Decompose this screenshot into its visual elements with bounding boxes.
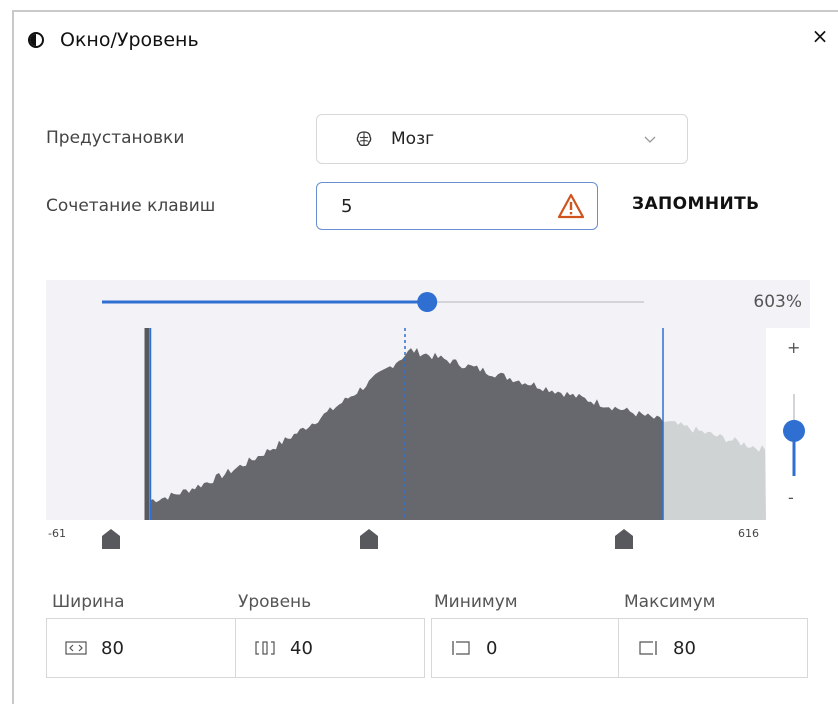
minimum-marker-handle[interactable]	[101, 528, 121, 550]
vertical-zoom-plus[interactable]: +	[787, 338, 800, 357]
zoom-percent: 603%	[753, 292, 802, 312]
range-min-label: -61	[48, 527, 66, 540]
level-icon	[255, 641, 275, 655]
maximum-label: Максимум	[624, 592, 716, 612]
panel-header: Окно/Уровень	[28, 26, 199, 54]
chevron-down-icon	[644, 136, 656, 143]
minimum-label: Минимум	[434, 592, 518, 612]
minimum-value: 0	[486, 637, 498, 659]
presets-value: Мозг	[391, 129, 435, 149]
close-button[interactable]: ×	[806, 22, 834, 50]
minimum-field[interactable]: 0	[431, 618, 621, 678]
level-marker-handle[interactable]	[359, 528, 379, 550]
width-label: Ширина	[52, 592, 125, 612]
brain-icon	[356, 131, 372, 147]
maximum-value: 80	[673, 637, 696, 659]
maximum-icon	[639, 641, 657, 655]
zoom-bar: 603%	[46, 280, 810, 328]
width-value: 80	[101, 637, 124, 659]
vertical-zoom-minus[interactable]: -	[788, 488, 794, 507]
panel-title: Окно/Уровень	[60, 29, 199, 51]
width-field[interactable]: 80	[46, 618, 236, 678]
level-field[interactable]: 40	[235, 618, 425, 678]
histogram-plot	[144, 328, 766, 520]
width-icon	[65, 641, 87, 655]
contrast-icon	[28, 32, 44, 48]
warning-icon	[557, 193, 585, 219]
remember-button[interactable]: ЗАПОМНИТЬ	[632, 194, 759, 214]
histogram[interactable]	[46, 328, 766, 520]
vertical-zoom-thumb[interactable]	[783, 419, 805, 442]
histogram-selected-area	[150, 348, 663, 520]
level-value: 40	[290, 637, 313, 659]
maximum-marker-handle[interactable]	[614, 528, 634, 550]
range-max-label: 616	[738, 527, 759, 540]
shortcut-value: 5	[341, 195, 353, 217]
presets-select[interactable]: Мозг	[316, 114, 688, 164]
vertical-zoom-slider[interactable]	[780, 388, 810, 488]
zoom-slider[interactable]	[46, 280, 810, 328]
histogram-unselected-area	[663, 421, 766, 520]
shortcut-input[interactable]: 5	[316, 182, 598, 230]
minimum-icon	[452, 641, 470, 655]
maximum-field[interactable]: 80	[618, 618, 808, 678]
level-label: Уровень	[238, 592, 312, 612]
shortcut-label: Сочетание клавиш	[46, 196, 216, 216]
presets-label: Предустановки	[46, 128, 185, 148]
zoom-slider-thumb[interactable]	[417, 292, 438, 312]
